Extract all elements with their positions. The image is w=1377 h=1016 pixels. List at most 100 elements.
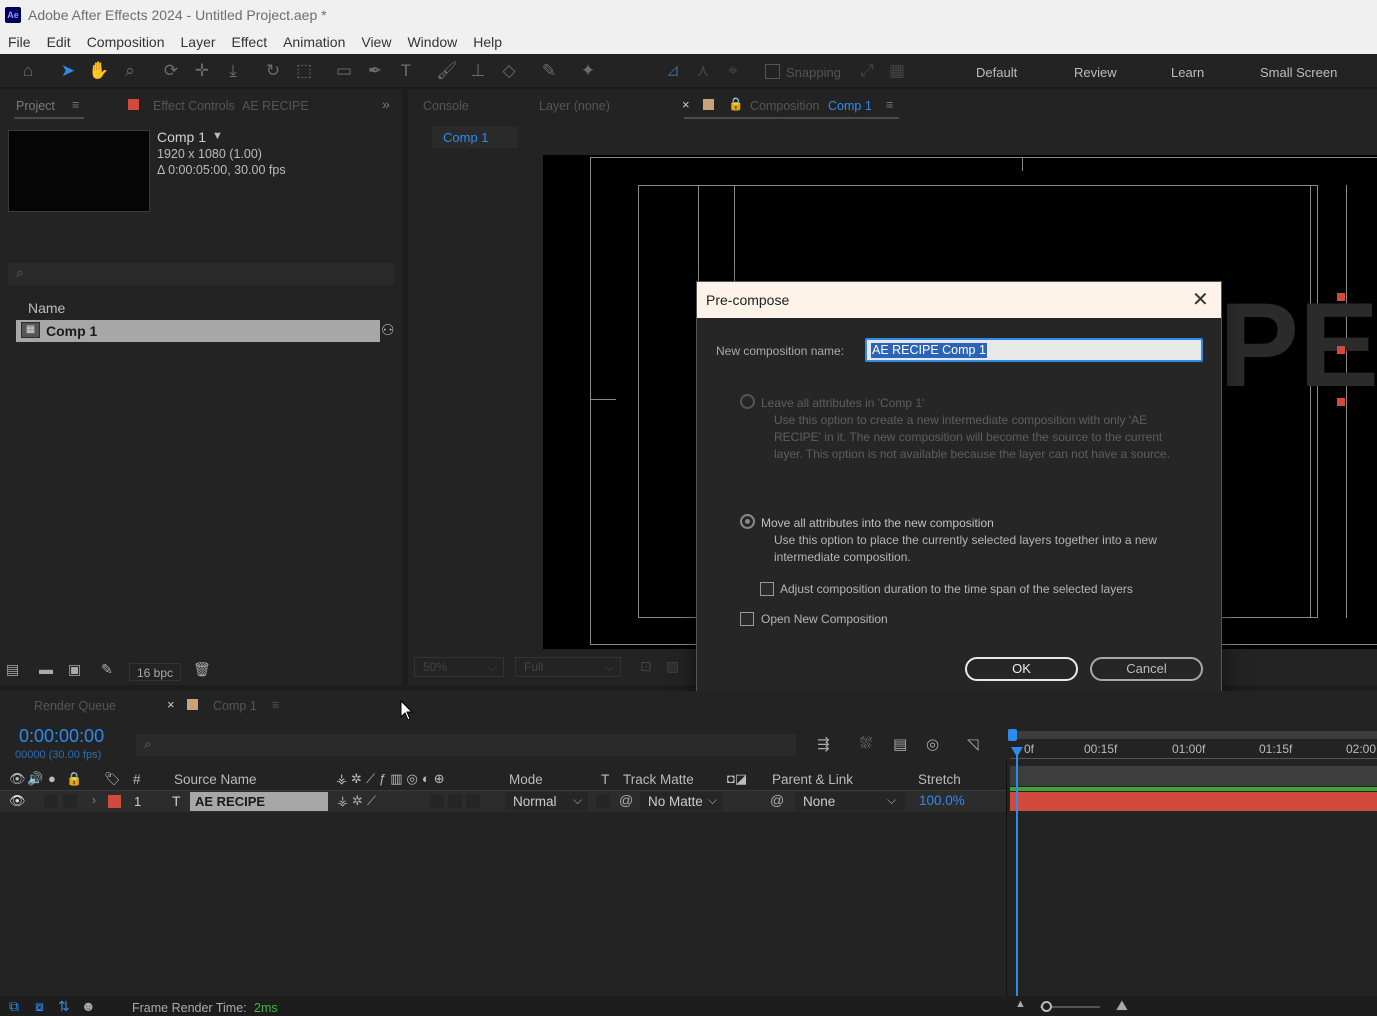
motion-blur-icon[interactable]: ◹ (967, 735, 979, 753)
transfer-controls-toggle-icon[interactable]: ⧇ (35, 998, 44, 1015)
zoom-in-icon[interactable]: ⛰ (1116, 997, 1128, 1014)
close-icon[interactable]: ✕ (1192, 287, 1209, 312)
panel-menu-icon[interactable]: ≡ (886, 98, 893, 112)
orbit-camera-icon[interactable]: ⟳ (160, 60, 182, 82)
column-track-matte[interactable]: Track Matte (623, 772, 694, 787)
menu-layer[interactable]: Layer (173, 34, 224, 50)
cancel-button[interactable]: Cancel (1090, 657, 1203, 681)
work-area-start-handle[interactable] (1008, 729, 1017, 741)
tab-console[interactable]: Console (423, 99, 469, 113)
snapping-checkbox[interactable] (765, 64, 780, 79)
panel-overflow-icon[interactable]: » (382, 96, 390, 112)
layer-switch-box[interactable] (466, 794, 480, 808)
chevron-down-icon[interactable]: ▼ (212, 130, 223, 142)
layer-switch-box[interactable] (430, 794, 444, 808)
lock-icon[interactable]: 🔒 (66, 771, 82, 787)
timeline-search-input[interactable]: ⌕ (136, 734, 796, 756)
comp-text-layer[interactable]: PE (1219, 285, 1377, 405)
menu-edit[interactable]: Edit (39, 34, 79, 50)
workspace-review[interactable]: Review (1074, 65, 1117, 80)
workspace-default[interactable]: Default (976, 65, 1017, 80)
rectangle-tool-icon[interactable]: ▭ (333, 60, 355, 82)
clone-stamp-tool-icon[interactable]: ⊥ (467, 60, 489, 82)
column-header-name[interactable]: Name (28, 300, 65, 316)
menu-effect[interactable]: Effect (224, 34, 276, 50)
layer-switch-icons[interactable]: ⚶✲⟋ (337, 793, 380, 809)
layer-duration-bar[interactable] (1010, 792, 1377, 811)
pick-whip-icon[interactable]: @ (619, 792, 633, 808)
av-features-eye-icon[interactable]: 👁 (9, 771, 26, 787)
parent-pick-whip-icon[interactable]: @ (770, 792, 784, 808)
layer-switch-box[interactable] (448, 794, 462, 808)
world-axis-icon[interactable]: ⋏ (692, 60, 714, 82)
transparency-grid-icon[interactable]: ▨ (666, 658, 679, 675)
menu-animation[interactable]: Animation (275, 34, 353, 50)
region-of-interest-icon[interactable]: ⊡ (640, 658, 652, 675)
label-tag-icon[interactable]: 🏷 (104, 771, 121, 787)
menu-help[interactable]: Help (465, 34, 510, 50)
solo-icon[interactable]: ● (48, 771, 56, 786)
project-item-row[interactable]: ▦ Comp 1 (16, 320, 380, 342)
track-matte-dropdown[interactable]: No Matte ⌵ (640, 792, 722, 811)
rotation-tool-icon[interactable]: ↻ (262, 60, 284, 82)
layer-handle[interactable] (1337, 398, 1345, 406)
interpret-footage-icon[interactable]: ▤ (6, 661, 19, 678)
layer-name-field[interactable]: AE RECIPE (190, 792, 328, 811)
dolly-camera-icon[interactable]: ⤓ (222, 60, 244, 82)
column-mode[interactable]: Mode (509, 772, 543, 787)
grid-options-icon[interactable]: ▦ (886, 60, 908, 82)
parent-dropdown[interactable]: None ⌵ (795, 792, 905, 811)
layer-switches-toggle-icon[interactable]: ⧉ (9, 998, 19, 1015)
adjust-duration-checkbox[interactable] (760, 582, 774, 596)
shy-layers-icon[interactable]: ▤ (893, 735, 907, 753)
brush-tool-icon[interactable]: 🖌 (436, 60, 458, 82)
panel-menu-icon[interactable]: ≡ (72, 98, 79, 112)
magnification-dropdown[interactable]: 50% ⌵ (414, 657, 504, 677)
tab-layer[interactable]: Layer (none) (539, 99, 610, 113)
chevron-right-icon[interactable]: › (92, 793, 96, 807)
close-tab-icon[interactable]: × (682, 97, 690, 112)
preserve-transparency-box[interactable] (596, 794, 610, 808)
zoom-slider-thumb[interactable] (1041, 1001, 1052, 1012)
zoom-out-icon[interactable]: ▲ (1015, 998, 1026, 1010)
snapping-options-icon[interactable]: ⤢ (856, 60, 878, 82)
view-axis-icon[interactable]: ⌖ (722, 60, 744, 82)
home-icon[interactable]: ⌂ (17, 60, 39, 82)
eraser-tool-icon[interactable]: ◇ (498, 60, 520, 82)
resolution-dropdown[interactable]: Full ⌵ (515, 657, 621, 677)
new-composition-icon[interactable]: ▣ (68, 661, 81, 678)
menu-view[interactable]: View (353, 34, 399, 50)
tab-effect-controls[interactable]: Effect Controls (153, 99, 235, 113)
layer-label-color[interactable] (108, 795, 121, 808)
audio-icon[interactable]: 🔊 (27, 771, 43, 787)
tab-project[interactable]: Project (16, 99, 55, 113)
in-out-toggle-icon[interactable]: ⇅ (58, 998, 70, 1015)
new-folder-icon[interactable]: ▬ (39, 661, 53, 677)
layer-visibility-eye-icon[interactable]: 👁 (9, 793, 26, 809)
puppet-pin-tool-icon[interactable]: ✦ (577, 60, 599, 82)
layer-handle[interactable] (1337, 346, 1345, 354)
local-axis-icon[interactable]: ⊿ (662, 60, 684, 82)
menu-file[interactable]: File (0, 34, 39, 50)
adjust-project-settings-icon[interactable]: ✎ (101, 661, 113, 678)
roto-brush-tool-icon[interactable]: ✎ (538, 60, 560, 82)
layer-row[interactable]: 👁 › 1 T AE RECIPE ⚶✲⟋ Normal ⌵ @ No Matt… (0, 791, 1006, 812)
workspace-learn[interactable]: Learn (1171, 65, 1204, 80)
viewer-subtab-comp1[interactable]: Comp 1 (432, 126, 518, 148)
stretch-value[interactable]: 100.0% (919, 793, 965, 808)
current-time-display[interactable]: 0:00:00:00 (19, 726, 104, 747)
menu-window[interactable]: Window (399, 34, 465, 50)
pan-behind-tool-icon[interactable]: ⬚ (293, 60, 315, 82)
option-leave-attributes-radio[interactable] (740, 394, 755, 409)
pen-tool-icon[interactable]: ✒ (364, 60, 386, 82)
bit-depth-button[interactable]: 16 bpc (129, 663, 181, 681)
render-time-toggle-icon[interactable]: ☻ (81, 998, 96, 1014)
tab-timeline-comp[interactable]: Comp 1 (213, 699, 257, 713)
layer-handle[interactable] (1337, 293, 1345, 301)
playhead-handle[interactable] (1011, 747, 1023, 757)
frame-blending-icon[interactable]: ◎ (926, 735, 939, 753)
zoom-tool-icon[interactable]: ⌕ (119, 60, 141, 82)
current-time-indicator[interactable] (1016, 753, 1018, 996)
column-source-name[interactable]: Source Name (174, 772, 257, 787)
draft-3d-icon[interactable]: ⛆ (860, 735, 872, 752)
